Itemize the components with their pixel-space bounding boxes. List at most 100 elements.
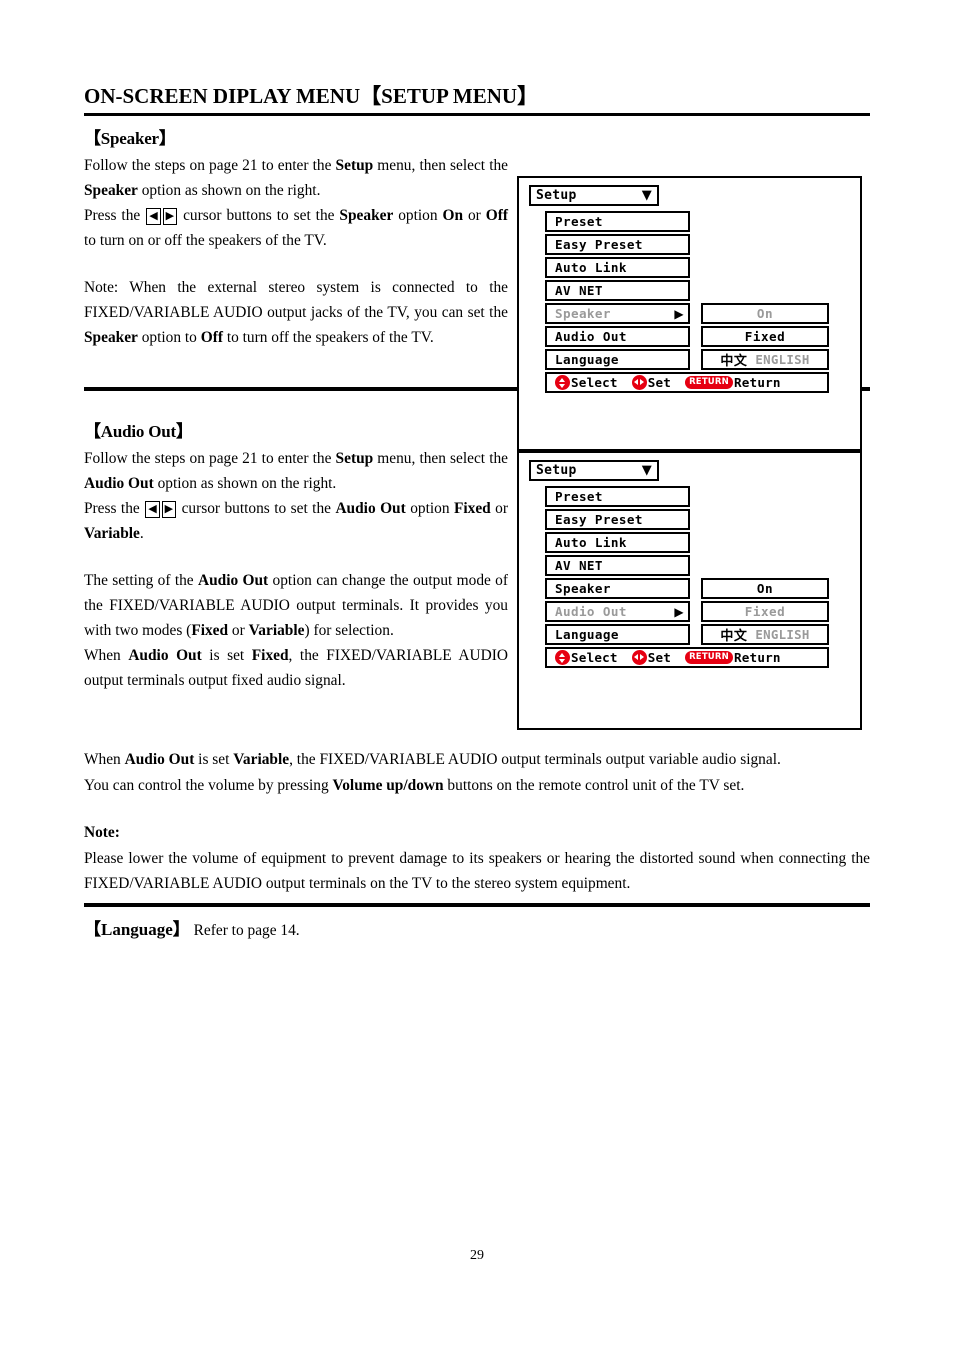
hint-return-label: Return (733, 650, 781, 666)
osd-row-auto-link[interactable]: Auto Link (545, 532, 690, 554)
right-cursor-key-icon: ▶ (161, 501, 177, 519)
osd-row-label: Auto Link (555, 535, 627, 551)
text-run: option to (137, 329, 201, 347)
page-title: ON-SCREEN DIPLAY MENU【SETUP MENU】 (84, 84, 539, 108)
language-text: Refer to page 14. (193, 921, 300, 939)
osd-value-speaker[interactable]: On (701, 578, 829, 600)
audio-out-body-text: Follow the steps on page 21 to enter the… (84, 446, 508, 693)
text-run: menu, then select the (373, 450, 508, 468)
text-bold: Audio Out (124, 751, 195, 769)
hint-return-label: Return (733, 375, 781, 391)
text-run: option (405, 500, 454, 518)
text-bold: On (442, 207, 464, 225)
text-run: option as shown on the right. (137, 182, 321, 200)
osd-row-speaker[interactable]: Speaker (545, 578, 690, 600)
up-down-arrow-icon (555, 375, 570, 391)
osd-row-preset[interactable]: Preset (545, 211, 690, 233)
osd-value-text: On (756, 306, 774, 322)
page-number: 29 (470, 1248, 484, 1263)
hint-return: RETURN Return (685, 375, 781, 390)
speaker-note-paragraph: Note: When the external stereo system is… (84, 275, 508, 350)
hint-set-label: Set (647, 375, 672, 391)
osd-row-preset[interactable]: Preset (545, 486, 690, 508)
osd-row-auto-link[interactable]: Auto Link (545, 257, 690, 279)
osd-hint-bar: Select Set RETURN Return (545, 372, 829, 394)
text-bold: Speaker (84, 329, 138, 347)
hint-select: Select (555, 375, 618, 391)
osd-value-speaker[interactable]: On (701, 303, 829, 325)
osd-value-audio-out[interactable]: Fixed (701, 326, 829, 348)
osd-row-label: Language (555, 352, 619, 368)
note-block: Note: Please lower the volume of equipme… (84, 820, 870, 897)
osd-row-label: Audio Out (555, 329, 627, 345)
osd-title-label: Setup (536, 463, 577, 479)
osd-row-av-net[interactable]: AV NET (545, 555, 690, 577)
osd-row-speaker[interactable]: Speaker ▶ (545, 303, 690, 325)
text-run: Note: When the external stereo system is… (84, 279, 508, 322)
osd-panel-audio-out[interactable]: Setup ▼ Preset Easy Preset Auto Link AV … (517, 451, 862, 731)
manual-page: ON-SCREEN DIPLAY MENU【SETUP MENU】 【Speak… (0, 0, 954, 1351)
language-heading: 【Language】 (84, 919, 190, 939)
text-bold: Off (485, 207, 508, 225)
osd-inner: Setup ▼ Preset Easy Preset Auto Link AV … (519, 453, 860, 728)
osd-language-english[interactable]: ENGLISH (755, 352, 809, 367)
text-run: is set (194, 751, 234, 769)
osd-title-label: Setup (536, 188, 577, 204)
osd-value-language[interactable]: 中文 ENGLISH (701, 349, 829, 371)
osd-row-language[interactable]: Language (545, 349, 690, 371)
speaker-heading: 【Speaker】 (84, 129, 176, 149)
text-bold: Speaker (84, 182, 138, 200)
osd-row-label: Speaker (555, 581, 611, 597)
hint-return: RETURN Return (685, 650, 781, 665)
text-run: option (393, 207, 443, 225)
audio-out-heading: 【Audio Out】 (84, 422, 193, 442)
osd-row-label: Language (555, 627, 619, 643)
osd-row-audio-out[interactable]: Audio Out (545, 326, 690, 348)
osd-row-label: Preset (555, 214, 603, 230)
text-run: You can control the volume by pressing (84, 776, 333, 794)
osd-language-english[interactable]: ENGLISH (755, 627, 809, 642)
osd-title-setup[interactable]: Setup ▼ (529, 185, 659, 207)
osd-row-language[interactable]: Language (545, 624, 690, 646)
osd-row-label: Easy Preset (555, 512, 643, 528)
osd-row-label: AV NET (555, 558, 603, 574)
text-run: is set (201, 647, 252, 665)
osd-panel-speaker[interactable]: Setup ▼ Preset Easy Preset Auto Link AV … (517, 176, 862, 452)
osd-language-chinese[interactable]: 中文 (720, 625, 747, 644)
text-run: ) for selection. (304, 622, 394, 640)
text-run: option as shown on the right. (153, 475, 337, 493)
text-run: , the FIXED/VARIABLE AUDIO output termin… (289, 751, 781, 769)
osd-value-language[interactable]: 中文 ENGLISH (701, 624, 829, 646)
hint-set: Set (631, 650, 671, 666)
page-content: ON-SCREEN DIPLAY MENU【SETUP MENU】 【Speak… (84, 84, 870, 940)
up-down-arrow-icon (555, 650, 570, 666)
text-bold: Off (200, 329, 223, 347)
osd-row-easy-preset[interactable]: Easy Preset (545, 234, 690, 256)
text-run: to turn off the speakers of the TV. (222, 329, 434, 347)
text-run: or (490, 500, 508, 518)
osd-row-label: Auto Link (555, 260, 627, 276)
osd-row-label: Easy Preset (555, 237, 643, 253)
osd-row-av-net[interactable]: AV NET (545, 280, 690, 302)
audio-out-paragraph-3: The setting of the Audio Out option can … (84, 568, 508, 643)
speaker-paragraph-2: Press the ◀ ▶ cursor buttons to set the S… (84, 203, 508, 253)
text-run: Follow the steps on page 21 to enter the (84, 450, 336, 468)
text-run: Follow the steps on page 21 to enter the (84, 157, 336, 175)
osd-language-chinese[interactable]: 中文 (720, 350, 747, 369)
osd-row-audio-out[interactable]: Audio Out ▶ (545, 601, 690, 623)
osd-row-label: Preset (555, 489, 603, 505)
text-run: Press the (84, 500, 145, 518)
osd-value-audio-out[interactable]: Fixed (701, 601, 829, 623)
osd-title-setup[interactable]: Setup ▼ (529, 460, 659, 482)
text-run: buttons on the remote control unit of th… (443, 776, 745, 794)
chevron-down-icon: ▼ (641, 463, 652, 479)
right-cursor-key-icon: ▶ (162, 208, 178, 226)
note-text: Please lower the volume of equipment to … (84, 849, 870, 893)
osd-row-label: Audio Out (555, 604, 627, 620)
title-divider (84, 113, 870, 117)
hint-select: Select (555, 650, 618, 666)
osd-row-easy-preset[interactable]: Easy Preset (545, 509, 690, 531)
text-bold: Audio Out (128, 647, 202, 665)
